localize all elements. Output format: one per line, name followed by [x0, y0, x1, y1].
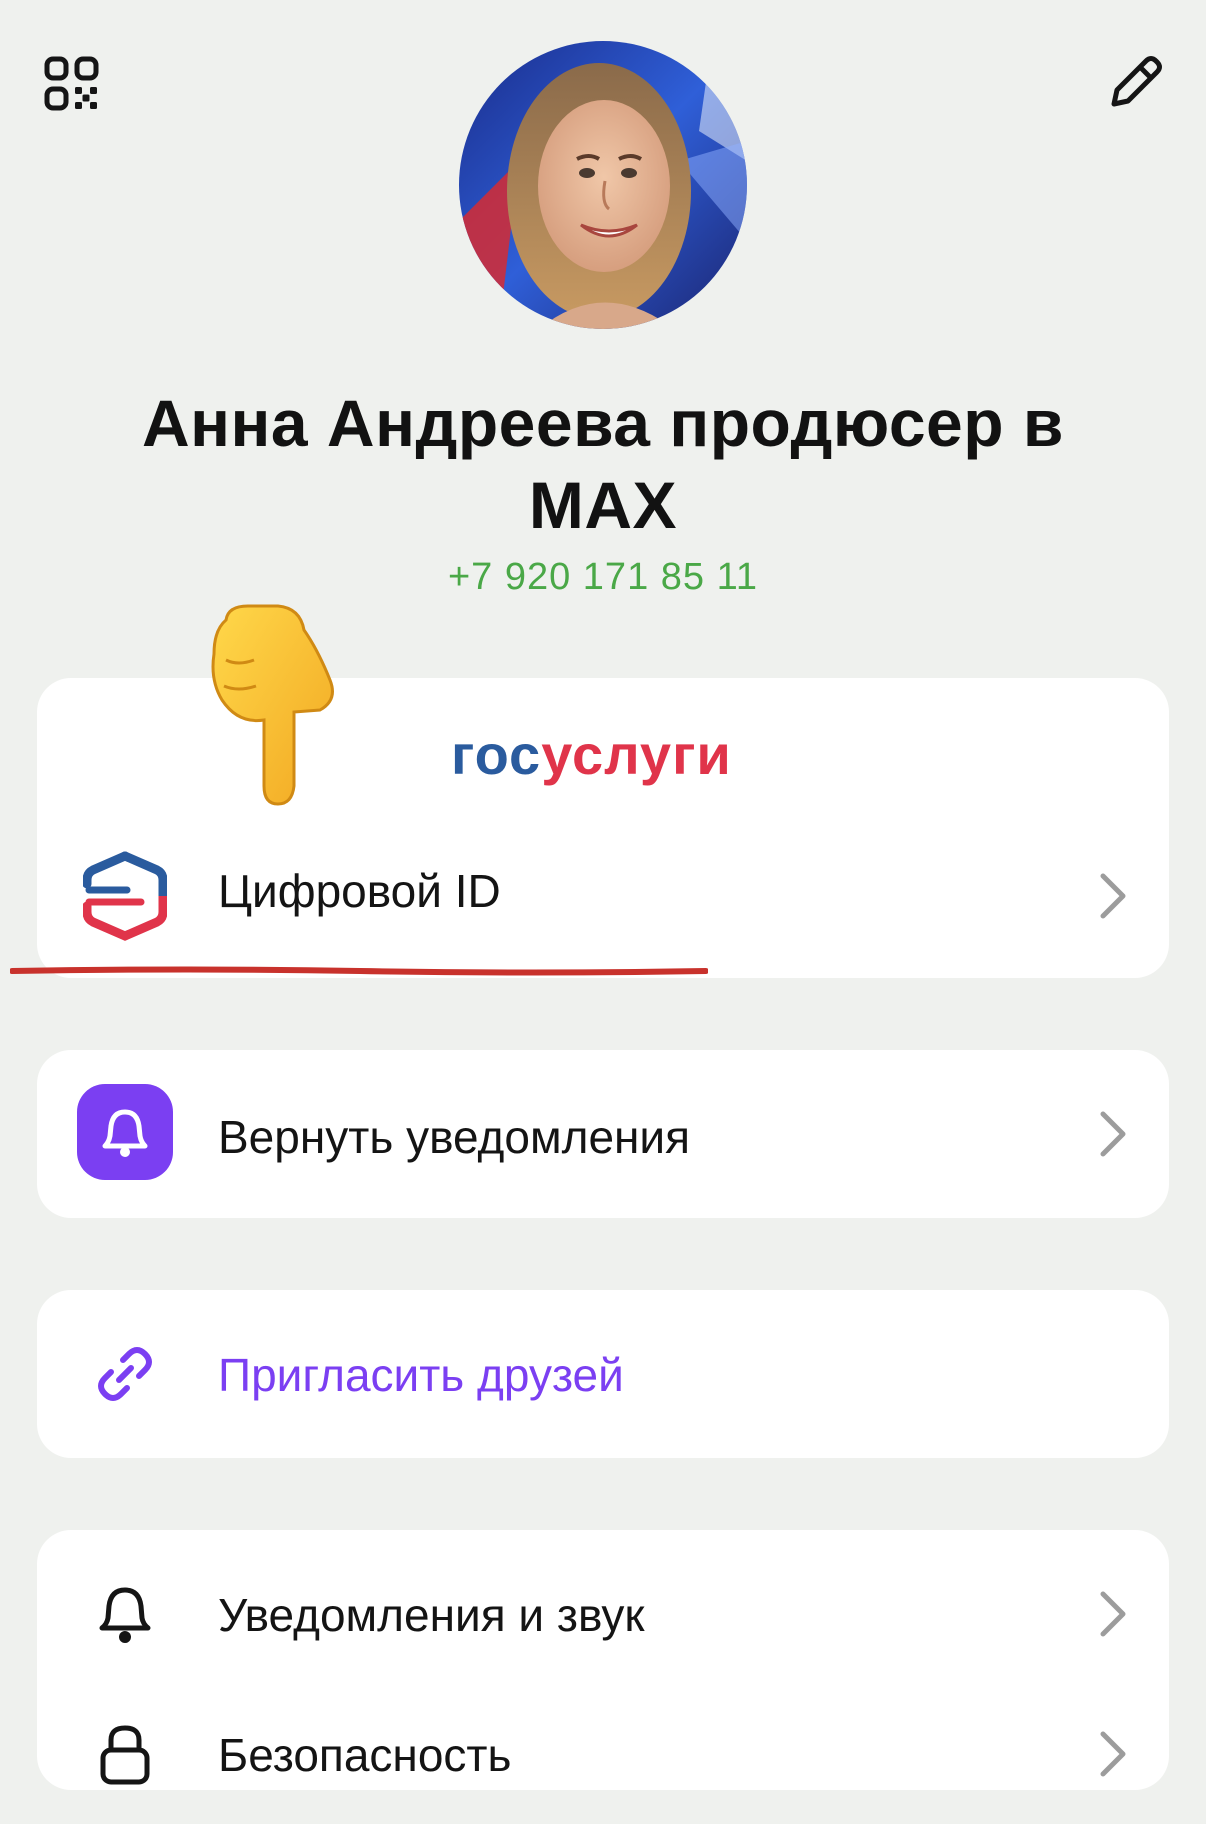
avatar[interactable] — [459, 41, 747, 329]
profile-name: Анна Андреева продюсер в MAX — [142, 386, 1064, 542]
restore-notifications-label: Вернуть уведомления — [218, 1111, 691, 1163]
settings-card: Уведомления и звук Безопасность — [37, 1530, 1169, 1790]
bell-outline-icon — [75, 1564, 175, 1664]
chevron-right-icon — [1100, 1591, 1126, 1637]
invite-friends-label: Пригласить друзей — [218, 1349, 624, 1401]
link-icon — [75, 1324, 175, 1424]
pencil-icon — [1111, 56, 1162, 107]
gosuslugi-shield-icon — [75, 846, 175, 946]
chevron-right-icon — [1100, 1111, 1126, 1157]
chevron-right-icon — [1100, 1731, 1126, 1777]
invite-friends-row[interactable]: Пригласить друзей — [37, 1304, 1169, 1444]
gosuslugi-logo-part1: гос — [451, 723, 542, 786]
profile-phone: +7 920 171 85 11 — [447, 556, 759, 598]
pointing-down-hand-icon — [211, 604, 334, 806]
restore-notifications-row[interactable]: Вернуть уведомления — [37, 1064, 1169, 1204]
lock-icon — [75, 1704, 175, 1804]
security-row[interactable]: Безопасность — [37, 1684, 1169, 1824]
notifications-sound-label: Уведомления и звук — [218, 1589, 645, 1641]
gosuslugi-logo: госуслуги — [451, 722, 732, 787]
digital-id-label: Цифровой ID — [218, 865, 501, 917]
avatar-photo — [459, 41, 747, 329]
bell-icon — [77, 1084, 173, 1180]
chevron-right-icon — [1100, 873, 1126, 919]
qr-code-icon — [44, 56, 99, 111]
red-underline-mark — [10, 966, 708, 976]
invite-friends-card: Пригласить друзей — [37, 1290, 1169, 1458]
qr-code-button[interactable] — [36, 48, 108, 120]
security-label: Безопасность — [218, 1729, 512, 1781]
digital-id-row[interactable]: Цифровой ID — [37, 826, 1169, 966]
restore-notifications-card: Вернуть уведомления — [37, 1050, 1169, 1218]
gosuslugi-logo-part2: услуги — [541, 723, 732, 786]
notifications-sound-row[interactable]: Уведомления и звук — [37, 1544, 1169, 1684]
edit-profile-button[interactable] — [1098, 48, 1170, 120]
